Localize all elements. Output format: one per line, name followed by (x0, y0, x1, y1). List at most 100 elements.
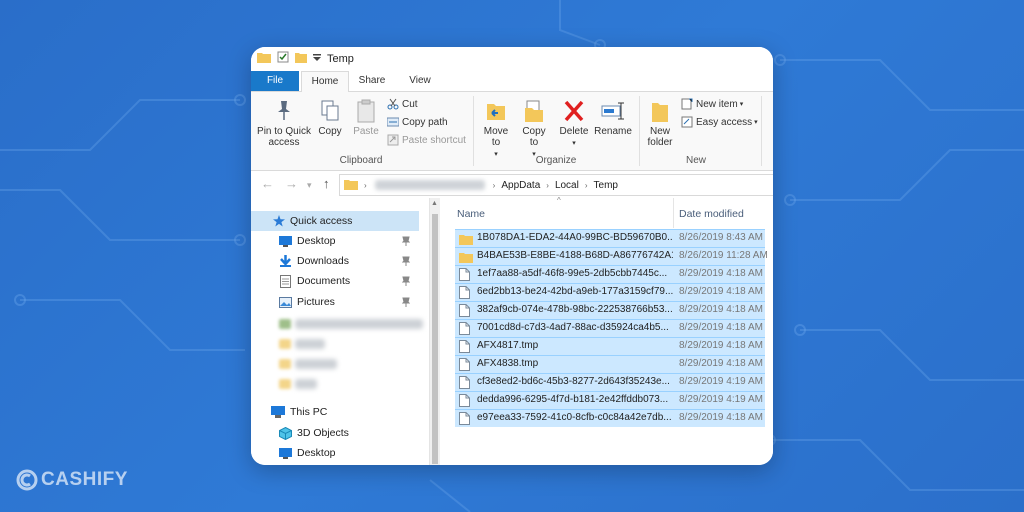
rename-button[interactable]: Rename (593, 98, 633, 137)
nav-desktop[interactable]: Desktop (251, 231, 419, 251)
breadcrumb-temp[interactable]: Temp (594, 180, 618, 191)
folder-icon (344, 178, 358, 193)
file-row[interactable]: 1B078DA1-EDA2-44A0-99BC-BD59670B0... 8/26… (455, 229, 765, 247)
ribbon: Pin to Quick access Copy Paste Cut Copy … (251, 92, 773, 171)
file-name: AFX4838.tmp (477, 358, 539, 369)
nav-pictures[interactable]: Pictures (251, 292, 419, 312)
file-row[interactable]: e97eea33-7592-41c0-8cfb-c0c84a42e7db... 8… (455, 409, 765, 427)
file-name: 6ed2bb13-be24-42bd-a9eb-177a3159cf79... (477, 286, 673, 297)
recent-locations-chevron-icon[interactable]: ▾ (307, 180, 312, 191)
breadcrumb-separator-icon: › (546, 180, 549, 190)
rename-label: Rename (594, 126, 632, 137)
nav-pc-desktop-label: Desktop (297, 447, 336, 459)
address-bar[interactable]: › › AppData › Local › Temp (339, 174, 773, 196)
file-date-modified: 8/29/2019 4:18 AM (679, 322, 763, 333)
nav-3d-objects-label: 3D Objects (297, 427, 349, 439)
nav-this-pc[interactable]: This PC (251, 402, 419, 422)
file-row[interactable]: AFX4817.tmp 8/29/2019 4:18 AM (455, 337, 765, 355)
up-arrow-icon[interactable]: ↑ (323, 176, 330, 191)
file-row[interactable]: AFX4838.tmp 8/29/2019 4:18 AM (455, 355, 765, 373)
nav-quick-access[interactable]: Quick access (251, 211, 419, 231)
nav-documents-label: Documents (297, 275, 351, 287)
nav-pc-desktop[interactable]: Desktop (251, 443, 419, 463)
column-divider[interactable] (673, 198, 674, 228)
delete-label: Delete (559, 126, 589, 137)
column-name[interactable]: Name (457, 208, 485, 220)
brand-logo: CASHIFY (16, 469, 128, 491)
pin-icon (402, 236, 410, 246)
pin-icon (402, 276, 410, 286)
column-header: ^ Name Date modified (447, 196, 773, 228)
file-name: dedda996-6295-4f7d-b181-2e42ffddb073... (477, 394, 669, 405)
cube-icon (279, 426, 292, 440)
nav-downloads-label: Downloads (297, 255, 349, 267)
address-row: ← → ▾ ↑ › › AppData › Local › Temp (251, 171, 773, 197)
column-date-modified[interactable]: Date modified (679, 208, 744, 220)
file-date-modified: 8/26/2019 8:43 AM (679, 232, 763, 243)
copy-path-button[interactable]: Copy path (387, 114, 448, 130)
organize-group-label: Organize (535, 155, 577, 166)
new-folder-button[interactable]: New folder (642, 98, 678, 148)
copy-to-button[interactable]: Copy to ▾ (517, 98, 551, 160)
paste-button[interactable]: Paste (349, 98, 383, 137)
file-date-modified: 8/29/2019 4:18 AM (679, 340, 763, 351)
tab-share[interactable]: Share (349, 71, 395, 91)
new-item-button[interactable]: New item ▾ (681, 96, 743, 112)
tab-home[interactable]: Home (301, 71, 349, 93)
nav-documents[interactable]: Documents (251, 271, 419, 291)
easy-access-button[interactable]: Easy access ▾ (681, 114, 758, 130)
copy-button[interactable]: Copy (315, 98, 345, 137)
file-date-modified: 8/26/2019 11:28 AM (679, 250, 768, 261)
copy-path-icon (387, 117, 399, 127)
nav-quick-access-label: Quick access (290, 215, 353, 227)
file-date-modified: 8/29/2019 4:18 AM (679, 268, 763, 279)
paste-shortcut-button[interactable]: Paste shortcut (387, 132, 466, 148)
paste-shortcut-label: Paste shortcut (402, 134, 466, 146)
back-arrow-icon[interactable]: ← (261, 176, 274, 191)
scroll-up-arrow-icon[interactable]: ▲ (431, 200, 438, 207)
pin-icon (402, 256, 410, 266)
brand-logo-icon (16, 469, 38, 491)
clipboard-group-label: Clipboard (339, 155, 383, 166)
pin-to-quick-access-button[interactable]: Pin to Quick access (255, 98, 313, 148)
ribbon-separator (761, 96, 762, 166)
breadcrumb-separator-icon: › (492, 180, 496, 190)
blurred-folder-icon (279, 319, 291, 329)
file-row[interactable]: 1ef7aa88-a5df-46f8-99e5-2db5cbb7445c... 8… (455, 265, 765, 283)
nav-scrollbar[interactable]: ▲ (429, 198, 440, 465)
file-row[interactable]: B4BAE53B-E8BE-4188-B68D-A86776742A14 8/26… (455, 247, 768, 265)
file-row[interactable]: 382af9cb-074e-478b-98bc-222538766b53... 8… (455, 301, 765, 319)
forward-arrow-icon[interactable]: → (285, 176, 298, 191)
file-date-modified: 8/29/2019 4:18 AM (679, 412, 763, 423)
breadcrumb-appdata[interactable]: AppData (501, 180, 540, 191)
pin-icon (402, 297, 410, 307)
copy-to-icon (525, 100, 543, 122)
file-row[interactable]: dedda996-6295-4f7d-b181-2e42ffddb073... 8… (455, 391, 765, 409)
chevron-down-icon: ▾ (572, 140, 576, 147)
file-explorer-window: Temp File Home Share View Pin to Quick a… (251, 47, 773, 465)
properties-icon[interactable] (277, 50, 289, 68)
customize-toolbar-icon[interactable] (313, 50, 321, 68)
file-row[interactable]: cf3e8ed2-bd6c-45b3-8277-2d643f35243e... 8… (455, 373, 765, 391)
new-item-icon (681, 98, 693, 110)
new-folder-quick-icon[interactable] (295, 50, 307, 68)
file-name: 1ef7aa88-a5df-46f8-99e5-2db5cbb7445c... (477, 268, 668, 279)
scrollbar-thumb[interactable] (432, 214, 438, 464)
file-name: 382af9cb-074e-478b-98bc-222538766b53... (477, 304, 673, 315)
blurred-folder-icon (279, 379, 291, 389)
ribbon-separator (639, 96, 640, 166)
nav-downloads[interactable]: Downloads (251, 251, 419, 271)
tab-view[interactable]: View (397, 71, 443, 91)
delete-button[interactable]: Delete ▾ (557, 98, 591, 149)
nav-3d-objects[interactable]: 3D Objects (251, 423, 419, 443)
move-to-button[interactable]: Move to ▾ (479, 98, 513, 160)
download-arrow-icon (280, 255, 291, 267)
cut-button[interactable]: Cut (387, 96, 418, 112)
file-row[interactable]: 6ed2bb13-be24-42bd-a9eb-177a3159cf79... 8… (455, 283, 765, 301)
move-to-icon (487, 104, 505, 120)
breadcrumb-local[interactable]: Local (555, 180, 579, 191)
tab-file[interactable]: File (251, 71, 299, 91)
document-icon (280, 274, 291, 288)
ribbon-separator (473, 96, 474, 166)
file-row[interactable]: 7001cd8d-c7d3-4ad7-88ac-d35924ca4b5... 8/… (455, 319, 765, 337)
